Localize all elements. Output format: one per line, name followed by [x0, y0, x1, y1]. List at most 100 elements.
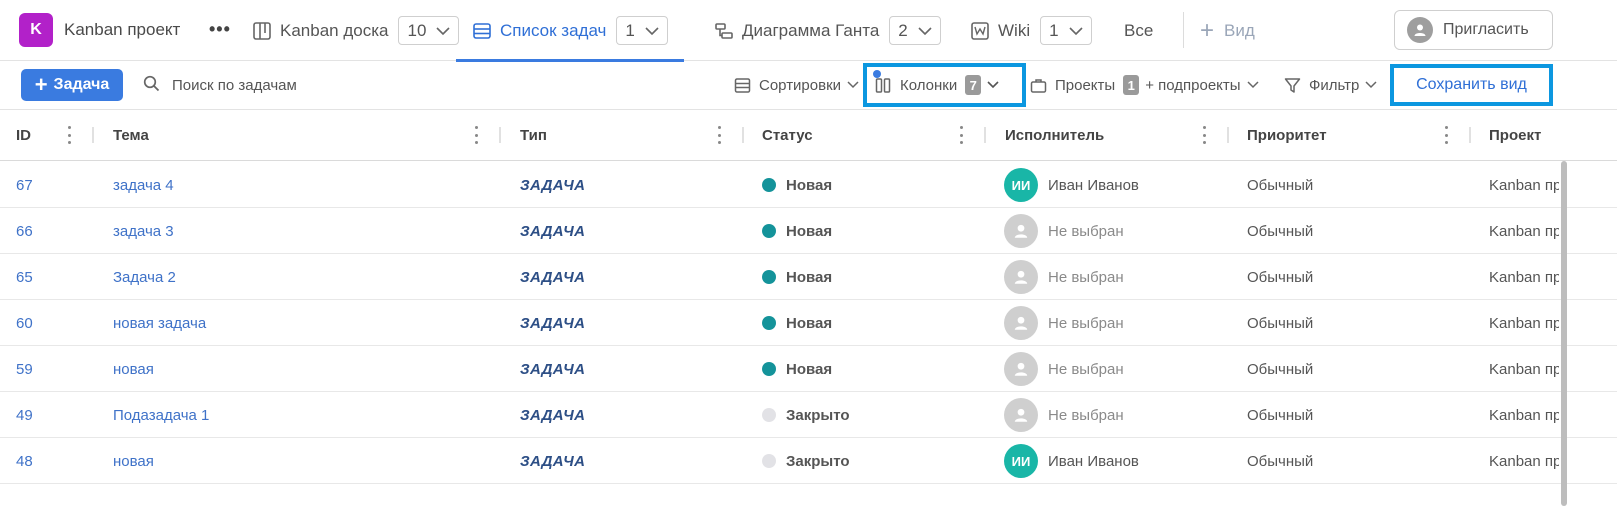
add-task-button[interactable]: + Задача: [21, 69, 123, 101]
column-header-id[interactable]: ID: [16, 110, 31, 161]
task-title-link[interactable]: новая: [113, 438, 493, 484]
task-id-link[interactable]: 67: [16, 162, 96, 208]
task-status[interactable]: Новая: [762, 346, 962, 392]
tab-gantt[interactable]: Диаграмма Ганта 2: [714, 0, 942, 61]
user-placeholder-icon: [1004, 352, 1038, 386]
tab-wiki[interactable]: Wiki 1: [970, 0, 1093, 61]
task-id-link[interactable]: 48: [16, 438, 96, 484]
task-priority[interactable]: Обычный: [1247, 208, 1447, 254]
task-status[interactable]: Новая: [762, 254, 962, 300]
project-avatar[interactable]: K: [19, 13, 53, 47]
task-assignee[interactable]: ИИ Иван Иванов: [1004, 162, 1224, 208]
task-title-link[interactable]: новая: [113, 346, 493, 392]
task-title-link[interactable]: задача 4: [113, 162, 493, 208]
search-input[interactable]: Поиск по задачам: [143, 69, 297, 101]
tab-task-list[interactable]: Список задач 1: [456, 0, 685, 62]
task-project[interactable]: Kanban проект: [1489, 392, 1559, 438]
column-menu-icon[interactable]: [474, 126, 478, 144]
assignee-name: Не выбран: [1048, 360, 1124, 378]
assignee-name: Не выбран: [1048, 406, 1124, 424]
top-bar: K Kanban проект ••• Kanban доска 10 Спис…: [0, 0, 1617, 62]
column-menu-icon[interactable]: [1444, 126, 1448, 144]
column-resize-handle[interactable]: [1469, 127, 1471, 143]
task-status[interactable]: Новая: [762, 162, 962, 208]
table-row[interactable]: 66 задача 3 ЗАДАЧА Новая Не выбран Обычный Kan…: [0, 208, 1617, 254]
task-assignee[interactable]: Не выбран: [1004, 254, 1224, 300]
task-id-link[interactable]: 49: [16, 392, 96, 438]
task-status[interactable]: Новая: [762, 300, 962, 346]
task-status[interactable]: Закрыто: [762, 392, 962, 438]
more-icon[interactable]: •••: [209, 19, 231, 40]
column-menu-icon[interactable]: [1202, 126, 1206, 144]
column-resize-handle[interactable]: [984, 127, 986, 143]
task-project[interactable]: Kanban проект: [1489, 300, 1559, 346]
task-project[interactable]: Kanban проект: [1489, 162, 1559, 208]
task-project[interactable]: Kanban проект: [1489, 438, 1559, 484]
task-type: ЗАДАЧА: [520, 360, 586, 378]
column-header-priority[interactable]: Приоритет: [1247, 110, 1327, 161]
task-priority[interactable]: Обычный: [1247, 346, 1447, 392]
project-name[interactable]: Kanban проект: [64, 20, 180, 40]
table-row[interactable]: 60 новая задача ЗАДАЧА Новая Не выбран Обычны…: [0, 300, 1617, 346]
task-project[interactable]: Kanban проект: [1489, 208, 1559, 254]
table-row[interactable]: 49 Подазадача 1 ЗАДАЧА Закрыто Не выбран Обыч…: [0, 392, 1617, 438]
tab-views-dropdown[interactable]: 1: [616, 16, 669, 45]
column-menu-icon[interactable]: [959, 126, 963, 144]
assignee-name: Не выбран: [1048, 222, 1124, 240]
task-id-link[interactable]: 60: [16, 300, 96, 346]
task-status[interactable]: Новая: [762, 208, 962, 254]
column-resize-handle[interactable]: [92, 127, 94, 143]
tab-views-dropdown[interactable]: 10: [398, 16, 460, 45]
task-title-link[interactable]: новая задача: [113, 300, 493, 346]
task-priority[interactable]: Обычный: [1247, 438, 1447, 484]
task-project[interactable]: Kanban проект: [1489, 346, 1559, 392]
task-assignee[interactable]: Не выбран: [1004, 392, 1224, 438]
sort-button[interactable]: Сортировки: [734, 69, 859, 101]
task-assignee[interactable]: Не выбран: [1004, 346, 1224, 392]
columns-button[interactable]: Колонки 7: [863, 63, 1026, 107]
tab-views-dropdown[interactable]: 1: [1040, 16, 1093, 45]
task-priority[interactable]: Обычный: [1247, 392, 1447, 438]
save-view-button[interactable]: Сохранить вид: [1390, 64, 1553, 106]
task-assignee[interactable]: ИИ Иван Иванов: [1004, 438, 1224, 484]
column-header-project[interactable]: Проект: [1489, 110, 1541, 161]
column-header-title[interactable]: Тема: [113, 110, 149, 161]
tab-all[interactable]: Все: [1124, 0, 1153, 61]
column-menu-icon[interactable]: [717, 126, 721, 144]
tab-views-dropdown[interactable]: 2: [889, 16, 942, 45]
table-row[interactable]: 65 Задача 2 ЗАДАЧА Новая Не выбран Обычный Kan…: [0, 254, 1617, 300]
task-priority[interactable]: Обычный: [1247, 254, 1447, 300]
column-resize-handle[interactable]: [499, 127, 501, 143]
task-assignee[interactable]: Не выбран: [1004, 300, 1224, 346]
column-header-assignee[interactable]: Исполнитель: [1005, 110, 1104, 161]
invite-button[interactable]: Пригласить: [1394, 10, 1553, 50]
task-status[interactable]: Закрыто: [762, 438, 962, 484]
table-row[interactable]: 48 новая ЗАДАЧА Закрыто ИИ Иван Иванов Обычный…: [0, 438, 1617, 484]
add-view-button[interactable]: + Вид: [1200, 0, 1255, 61]
task-title-link[interactable]: задача 3: [113, 208, 493, 254]
tab-kanban-board[interactable]: Kanban доска 10: [252, 0, 460, 61]
task-title-link[interactable]: Задача 2: [113, 254, 493, 300]
task-project[interactable]: Kanban проект: [1489, 254, 1559, 300]
table-row[interactable]: 67 задача 4 ЗАДАЧА Новая ИИ Иван Иванов Обычны…: [0, 162, 1617, 208]
filter-button[interactable]: Фильтр: [1284, 69, 1377, 101]
task-id-link[interactable]: 59: [16, 346, 96, 392]
task-id-link[interactable]: 65: [16, 254, 96, 300]
column-header-status[interactable]: Статус: [762, 110, 813, 161]
task-priority[interactable]: Обычный: [1247, 162, 1447, 208]
task-assignee[interactable]: Не выбран: [1004, 208, 1224, 254]
task-id-link[interactable]: 66: [16, 208, 96, 254]
vertical-scrollbar[interactable]: [1561, 161, 1567, 506]
task-priority[interactable]: Обычный: [1247, 300, 1447, 346]
column-menu-icon[interactable]: [67, 126, 71, 144]
column-resize-handle[interactable]: [742, 127, 744, 143]
subprojects-label: + подпроекты: [1145, 76, 1241, 94]
projects-count-badge: 1: [1123, 75, 1140, 95]
user-icon: [1407, 17, 1433, 43]
column-resize-handle[interactable]: [1227, 127, 1229, 143]
status-label: Новая: [786, 222, 833, 240]
column-header-type[interactable]: Тип: [520, 110, 547, 161]
table-row[interactable]: 59 новая ЗАДАЧА Новая Не выбран Обычный Kanban…: [0, 346, 1617, 392]
projects-button[interactable]: Проекты 1 + подпроекты: [1030, 69, 1259, 101]
task-title-link[interactable]: Подазадача 1: [113, 392, 493, 438]
